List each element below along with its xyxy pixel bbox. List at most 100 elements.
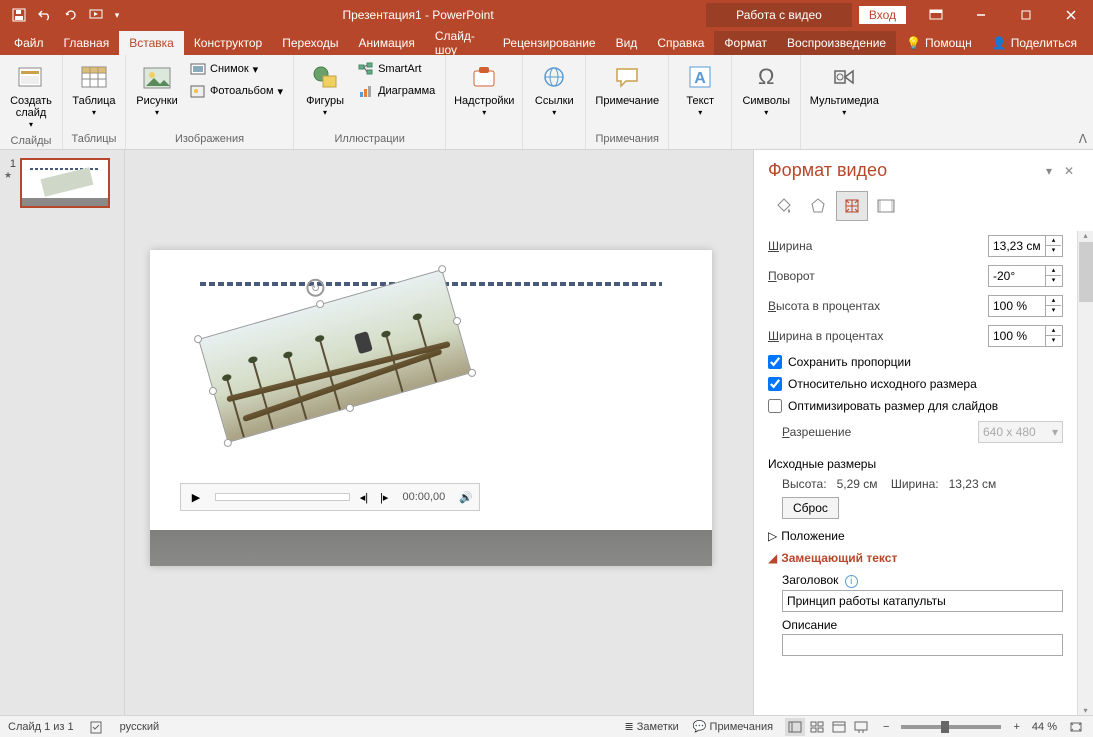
tell-me-button[interactable]: 💡Помощн	[896, 31, 982, 55]
video-step-fwd-button[interactable]: |▸	[374, 491, 394, 504]
ribbon: Создать слайд▾ Слайды Таблица▾ Таблицы Р…	[0, 55, 1093, 150]
comments-button[interactable]: 💬 Примечания	[691, 720, 775, 733]
notes-button[interactable]: ≣ Заметки	[623, 720, 681, 733]
scale-height-input[interactable]: ▴▾	[988, 295, 1063, 317]
tab-help[interactable]: Справка	[647, 31, 714, 55]
language-indicator[interactable]: русский	[120, 721, 159, 733]
photo-album-button[interactable]: Фотоальбом ▾	[186, 81, 287, 101]
scale-width-input[interactable]: ▴▾	[988, 325, 1063, 347]
reading-view-button[interactable]	[829, 718, 849, 736]
zoom-level[interactable]: 44 %	[1032, 721, 1057, 733]
maximize-button[interactable]	[1003, 0, 1048, 30]
fit-to-window-button[interactable]	[1067, 721, 1085, 733]
symbols-button[interactable]: Ω Символы▾	[738, 59, 794, 121]
ribbon-display-options-button[interactable]	[913, 0, 958, 30]
undo-button[interactable]	[34, 4, 56, 26]
slide-thumbnails-panel: 1 ★	[0, 150, 125, 715]
minimize-button[interactable]	[958, 0, 1003, 30]
collapse-ribbon-button[interactable]: ᐱ	[1079, 132, 1087, 146]
slide-footer-graphic	[150, 530, 712, 566]
tab-animations[interactable]: Анимация	[349, 31, 425, 55]
slide-thumbnail-1[interactable]: 1 ★	[4, 158, 120, 208]
pane-close-button[interactable]: ✕	[1059, 164, 1079, 178]
new-slide-icon	[15, 61, 47, 93]
best-scale-checkbox[interactable]: Оптимизировать размер для слайдов	[768, 395, 1063, 417]
start-from-beginning-button[interactable]	[86, 4, 108, 26]
pane-scrollbar[interactable]: ▴ ▾	[1077, 231, 1093, 715]
smartart-button[interactable]: SmartArt	[354, 59, 439, 79]
pictures-icon	[141, 61, 173, 93]
tab-design[interactable]: Конструктор	[184, 31, 272, 55]
save-button[interactable]	[8, 4, 30, 26]
zoom-slider[interactable]	[901, 725, 1001, 729]
alt-description-input[interactable]	[782, 634, 1063, 656]
tab-home[interactable]: Главная	[54, 31, 120, 55]
tab-review[interactable]: Рецензирование	[493, 31, 606, 55]
tab-view[interactable]: Вид	[606, 31, 648, 55]
share-button[interactable]: 👤Поделиться	[982, 31, 1087, 55]
slide-sorter-button[interactable]	[807, 718, 827, 736]
width-input[interactable]: ▴▾	[988, 235, 1063, 257]
pane-tab-video[interactable]	[870, 191, 902, 221]
redo-button[interactable]	[60, 4, 82, 26]
tab-format[interactable]: Формат	[714, 31, 777, 55]
video-seek-track[interactable]	[215, 493, 350, 501]
smartart-icon	[358, 61, 374, 77]
video-volume-button[interactable]: 🔊	[453, 491, 479, 504]
comment-button[interactable]: Примечание	[592, 59, 662, 109]
pane-tab-size[interactable]	[836, 191, 868, 221]
relative-original-checkbox[interactable]: Относительно исходного размера	[768, 373, 1063, 395]
slide: ↻	[150, 250, 712, 566]
tab-file[interactable]: Файл	[4, 31, 54, 55]
spell-check-button[interactable]	[88, 720, 106, 734]
screenshot-button[interactable]: Снимок ▾	[186, 59, 287, 79]
video-object[interactable]: ↻	[198, 269, 472, 443]
pane-options-button[interactable]: ▾	[1039, 164, 1059, 178]
slide-canvas[interactable]: ↻	[125, 150, 753, 715]
screenshot-icon	[190, 61, 206, 77]
info-icon[interactable]: i	[845, 575, 858, 588]
media-button[interactable]: Мультимедиа▾	[807, 59, 881, 121]
position-section-header[interactable]: ▷Положение	[768, 525, 1063, 547]
tab-insert[interactable]: Вставка	[119, 31, 184, 55]
slideshow-view-button[interactable]	[851, 718, 871, 736]
close-button[interactable]	[1048, 0, 1093, 30]
video-play-button[interactable]: ▶	[181, 491, 211, 504]
original-size-label: Исходные размеры	[768, 453, 1063, 475]
pane-tab-effects[interactable]	[802, 191, 834, 221]
video-step-back-button[interactable]: ◂|	[354, 491, 374, 504]
pictures-button[interactable]: Рисунки▾	[132, 59, 182, 121]
table-button[interactable]: Таблица▾	[69, 59, 119, 121]
quick-access-toolbar: ▾	[0, 4, 130, 26]
title-bar: ▾ Презентация1 - PowerPoint Работа с вид…	[0, 0, 1093, 30]
reset-size-button[interactable]: Сброс	[782, 497, 839, 519]
resolution-select: 640 x 480▾	[978, 421, 1063, 443]
links-button[interactable]: Ссылки▾	[529, 59, 579, 121]
tab-playback[interactable]: Воспроизведение	[777, 31, 896, 55]
pane-tab-fill[interactable]	[768, 191, 800, 221]
resolution-label: Разрешение	[782, 425, 978, 439]
chart-button[interactable]: Диаграмма	[354, 81, 439, 101]
media-icon	[828, 61, 860, 93]
shapes-button[interactable]: Фигуры▾	[300, 59, 350, 121]
rotation-input[interactable]: ▴▾	[988, 265, 1063, 287]
chart-icon	[358, 83, 374, 99]
lightbulb-icon: 💡	[906, 36, 921, 50]
group-text: A Текст▾	[669, 55, 732, 149]
share-icon: 👤	[992, 36, 1007, 50]
normal-view-button[interactable]	[785, 718, 805, 736]
text-button[interactable]: A Текст▾	[675, 59, 725, 121]
qat-customize-icon[interactable]: ▾	[112, 4, 122, 26]
sign-in-button[interactable]: Вход	[858, 5, 907, 25]
new-slide-button[interactable]: Создать слайд▾	[6, 59, 56, 133]
tab-transitions[interactable]: Переходы	[272, 31, 348, 55]
alt-text-section-header[interactable]: ◢Замещающий текст	[768, 547, 1063, 569]
lock-aspect-checkbox[interactable]: Сохранить пропорции	[768, 351, 1063, 373]
rotation-handle[interactable]: ↻	[304, 277, 326, 299]
alt-title-input[interactable]	[782, 590, 1063, 612]
symbols-icon: Ω	[750, 61, 782, 93]
zoom-in-button[interactable]: +	[1011, 721, 1021, 733]
addins-button[interactable]: Надстройки▾	[452, 59, 516, 121]
slide-counter[interactable]: Слайд 1 из 1	[8, 721, 74, 733]
zoom-out-button[interactable]: −	[881, 721, 891, 733]
